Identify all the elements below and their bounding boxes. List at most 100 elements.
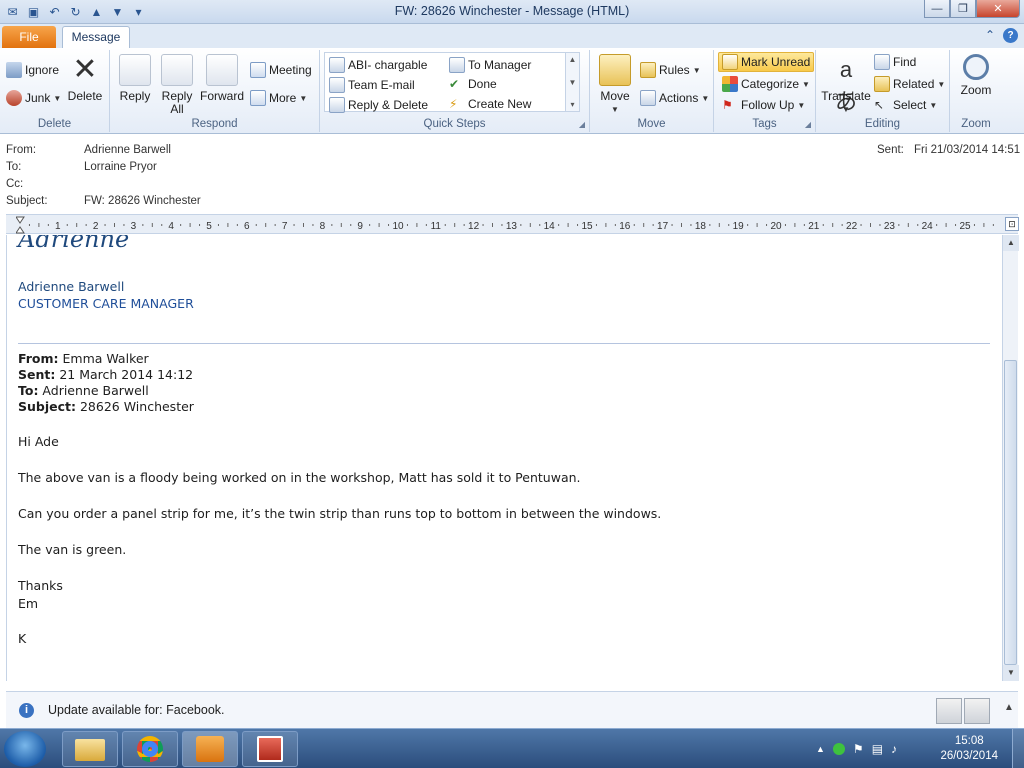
lightning-icon: ⚡: [449, 97, 458, 111]
related-icon: [874, 76, 890, 92]
update-notice[interactable]: Update available for: Facebook.: [48, 703, 225, 717]
mark-unread-button[interactable]: Mark Unread: [718, 52, 815, 72]
paragraph-1: The above van is a floody being worked o…: [18, 470, 581, 485]
cc-label: Cc:: [6, 178, 24, 190]
chevron-down-icon: ▼: [299, 93, 308, 103]
forward-button[interactable]: Forward: [200, 54, 244, 103]
delete-button[interactable]: ✕ Delete: [66, 54, 104, 103]
scroll-up-icon[interactable]: ▲: [569, 55, 577, 64]
more-respond-button[interactable]: More ▼: [250, 90, 307, 106]
ignore-button[interactable]: Ignore: [6, 62, 59, 78]
group-respond: Reply Reply All Forward Meeting More ▼ R…: [110, 50, 320, 132]
translate-button[interactable]: aあ Translate ▼: [820, 54, 872, 116]
quick-steps-scroll[interactable]: ▲ ▼ ▾: [565, 53, 579, 111]
scroll-down-icon[interactable]: ▼: [569, 78, 577, 87]
ruler-number: 14: [544, 221, 556, 232]
flag-tray-icon[interactable]: ⚑: [853, 742, 864, 756]
ruler-number: 20: [770, 221, 782, 232]
app-icon: [257, 736, 283, 762]
quick-step-label: Create New: [468, 97, 532, 111]
quick-step-reply-delete[interactable]: Reply & Delete: [329, 97, 428, 113]
help-icon[interactable]: ?: [1003, 28, 1018, 43]
actions-label: Actions: [659, 91, 699, 105]
ruler-number: 4: [168, 221, 174, 232]
meeting-label: Meeting: [269, 63, 312, 77]
person-avatar-icon[interactable]: [936, 698, 962, 724]
find-button[interactable]: Find: [874, 54, 916, 70]
view-ruler-icon[interactable]: ⊡: [1005, 217, 1019, 231]
ruler-number: 10: [392, 221, 404, 232]
taskbar-app[interactable]: [242, 731, 298, 767]
status-green-icon[interactable]: [832, 743, 845, 755]
zoom-label: Zoom: [960, 83, 992, 97]
meeting-button[interactable]: Meeting: [250, 62, 312, 78]
ruler-number: 8: [320, 221, 326, 232]
to-value[interactable]: Lorraine Pryor: [84, 161, 157, 173]
ruler-number: 16: [619, 221, 631, 232]
tray-expand-icon[interactable]: ▲: [816, 744, 825, 754]
show-desktop-button[interactable]: [1012, 729, 1024, 768]
ruler[interactable]: 1 2 3 4 5 6 7 8 9 10 11 12 13 14 15 16 17 18 19 20 21 22 23 24 2…: [6, 214, 1019, 234]
junk-button[interactable]: Junk ▼: [6, 90, 61, 106]
message-body[interactable]: Adrienne Adrienne Barwell CUSTOMER CARE …: [6, 235, 1002, 681]
dialog-launcher-icon[interactable]: ◢: [805, 120, 811, 129]
scroll-down-icon[interactable]: ▼: [1003, 665, 1019, 681]
reply-button[interactable]: Reply: [116, 54, 154, 103]
more-icon: [250, 90, 266, 106]
reply-label: Reply: [119, 89, 151, 103]
reply-all-button[interactable]: Reply All: [158, 54, 196, 116]
sent-value: Fri 21/03/2014 14:51: [914, 144, 1021, 156]
mark-unread-label: Mark Unread: [741, 55, 811, 69]
chevron-down-icon: ▼: [842, 105, 850, 114]
from-label: From:: [6, 144, 37, 156]
indent-marker[interactable]: [16, 216, 25, 234]
taskbar-chrome[interactable]: [122, 731, 178, 767]
scroll-up-icon[interactable]: ▲: [1003, 235, 1019, 251]
ruler-number: 24: [922, 221, 934, 232]
folder-icon: [75, 739, 105, 761]
zoom-button[interactable]: Zoom: [954, 54, 998, 97]
tab-message[interactable]: Message: [62, 26, 130, 49]
move-button[interactable]: Move ▼: [596, 54, 634, 116]
clock[interactable]: 15:08 26/03/2014: [940, 734, 998, 764]
follow-up-button[interactable]: ⚑ Follow Up ▼: [722, 98, 805, 112]
expand-pane-icon[interactable]: ▲: [1004, 702, 1014, 713]
tab-file[interactable]: File: [2, 26, 56, 48]
taskbar-outlook[interactable]: [182, 731, 238, 767]
minimize-button[interactable]: —: [924, 0, 950, 18]
start-button-icon[interactable]: [4, 731, 46, 767]
network-icon[interactable]: ▤: [872, 742, 883, 756]
select-label: Select: [893, 98, 927, 112]
actions-button[interactable]: Actions ▼: [640, 90, 709, 106]
dialog-launcher-icon[interactable]: ◢: [579, 120, 585, 129]
quick-step-abi-chargable[interactable]: ABI- chargable: [329, 57, 427, 73]
close-button[interactable]: ✕: [976, 0, 1020, 18]
closing-name: Em: [18, 596, 39, 611]
taskbar-explorer[interactable]: [62, 731, 118, 767]
quick-steps-gallery: ABI- chargable Team E-mail Reply & Delet…: [324, 52, 580, 113]
follow-up-label: Follow Up: [741, 98, 795, 112]
volume-icon[interactable]: ♪: [891, 742, 897, 756]
greeting: Hi Ade: [18, 434, 59, 449]
maximize-button[interactable]: ❐: [950, 0, 976, 18]
categorize-button[interactable]: Categorize ▼: [722, 76, 810, 92]
team-email-icon: [329, 77, 345, 93]
rules-icon: [640, 62, 656, 78]
quick-step-create-new[interactable]: ⚡ Create New: [449, 97, 531, 111]
scrollbar-thumb[interactable]: [1004, 360, 1017, 665]
closing-thanks: Thanks: [18, 578, 63, 593]
select-button[interactable]: ↖ Select ▼: [874, 98, 937, 112]
person-avatar-icon[interactable]: [964, 698, 990, 724]
related-button[interactable]: Related ▼: [874, 76, 945, 92]
quick-step-to-manager[interactable]: To Manager: [449, 57, 531, 73]
quick-step-done[interactable]: ✔ Done: [449, 77, 497, 91]
flag-icon: ⚑: [722, 98, 733, 112]
quick-step-team-email[interactable]: Team E-mail: [329, 77, 415, 93]
vertical-scrollbar[interactable]: ▲ ▼: [1002, 235, 1019, 681]
expand-icon[interactable]: ▾: [570, 100, 574, 109]
from-value[interactable]: Adrienne Barwell: [84, 144, 171, 156]
reply-icon: [119, 54, 151, 86]
ruler-number: 25: [959, 221, 971, 232]
rules-button[interactable]: Rules ▼: [640, 62, 701, 78]
collapse-ribbon-icon[interactable]: ⌃: [985, 28, 995, 43]
